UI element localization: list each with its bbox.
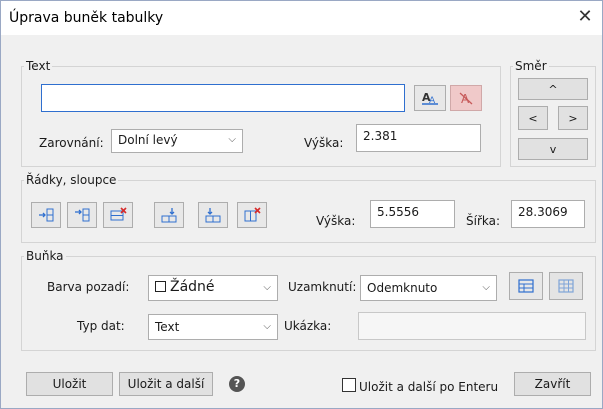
text-format-icon: A A — [422, 91, 438, 106]
text-format-button[interactable]: A A — [414, 85, 446, 111]
data-type-combo[interactable]: Text ⌵ — [148, 314, 278, 340]
column-width-label: Šířka: — [466, 214, 501, 228]
rows-columns-legend: Řádky, sloupce — [26, 173, 117, 187]
insert-column-right-button[interactable] — [198, 202, 228, 228]
row-height-field[interactable]: 5.5556 — [370, 200, 455, 228]
direction-down-button[interactable]: v — [518, 138, 588, 160]
align-value: Dolní levý — [118, 133, 178, 147]
align-combo[interactable]: Dolní levý ⌵ — [111, 129, 243, 153]
chevron-down-icon: ⌵ — [482, 282, 490, 293]
delete-row-button[interactable] — [103, 202, 133, 228]
lock-label: Uzamknutí: — [288, 280, 357, 294]
save-next-on-enter-checkbox[interactable] — [342, 378, 356, 392]
cell-group-legend: Buňka — [26, 249, 64, 263]
lock-combo[interactable]: Odemknuto ⌵ — [360, 275, 497, 301]
insert-row-below-button[interactable] — [67, 202, 97, 228]
save-next-on-enter-label: Uložit a další po Enteru — [359, 380, 499, 394]
insert-row-above-button[interactable] — [31, 202, 61, 228]
data-type-label: Typ dat: — [77, 319, 125, 333]
insert-column-left-icon — [161, 208, 177, 223]
save-next-button[interactable]: Uložit a další — [119, 372, 213, 396]
clear-format-icon: A — [459, 92, 473, 106]
insert-column-left-button[interactable] — [154, 202, 184, 228]
svg-text:A: A — [461, 92, 470, 106]
column-width-field[interactable]: 28.3069 — [511, 200, 585, 228]
data-type-value: Text — [155, 320, 180, 334]
table-grid-icon — [558, 279, 574, 293]
save-button-label: Uložit — [52, 377, 87, 391]
close-icon[interactable]: ✕ — [572, 5, 598, 31]
text-height-label: Výška: — [304, 136, 344, 150]
preview-label: Ukázka: — [284, 319, 332, 333]
row-height-label: Výška: — [316, 214, 356, 228]
chevron-down-icon: ⌵ — [263, 282, 271, 293]
direction-up-button[interactable]: ^ — [518, 78, 588, 100]
help-icon[interactable]: ? — [229, 376, 245, 392]
lock-value: Odemknuto — [367, 281, 438, 295]
insert-row-below-icon — [75, 208, 90, 222]
chevron-down-icon: ⌵ — [228, 134, 236, 145]
dialog-title: Úprava buněk tabulky — [9, 10, 164, 26]
save-next-button-label: Uložit a další — [127, 377, 205, 391]
direction-up-label: ^ — [548, 82, 558, 96]
delete-row-icon — [110, 207, 127, 221]
background-color-label: Barva pozadí: — [47, 280, 130, 294]
delete-column-button[interactable] — [237, 202, 267, 228]
cell-edit-dialog: Úprava buněk tabulky ✕ Text A A A Zarovn… — [0, 0, 603, 409]
insert-column-right-icon — [205, 208, 221, 223]
align-label: Zarovnání: — [39, 136, 104, 150]
text-group-legend: Text — [26, 59, 51, 73]
direction-right-button[interactable]: > — [558, 106, 588, 130]
cell-layout-button[interactable] — [509, 272, 543, 300]
direction-left-button[interactable]: < — [518, 106, 548, 130]
table-layout-icon — [518, 279, 534, 293]
clear-format-button[interactable]: A — [450, 85, 482, 111]
insert-row-above-icon — [39, 208, 54, 222]
text-input[interactable] — [41, 84, 405, 112]
delete-column-icon — [244, 207, 261, 222]
close-button-label: Zavřít — [534, 377, 571, 391]
title-bar: Úprava buněk tabulky ✕ — [1, 1, 602, 35]
chevron-down-icon: ⌵ — [263, 321, 271, 332]
save-button[interactable]: Uložit — [26, 372, 113, 396]
background-color-combo[interactable]: Žádné ⌵ — [148, 275, 278, 301]
direction-left-label: < — [528, 111, 538, 125]
text-height-field[interactable]: 2.381 — [356, 124, 481, 152]
direction-down-label: v — [549, 142, 557, 156]
color-swatch-icon — [155, 281, 166, 292]
direction-right-label: > — [568, 111, 578, 125]
direction-group-legend: Směr — [515, 59, 547, 73]
background-color-value: Žádné — [170, 279, 215, 295]
close-button[interactable]: Zavřít — [514, 372, 591, 396]
cell-grid-button[interactable] — [549, 272, 583, 300]
preview-field — [358, 312, 586, 340]
